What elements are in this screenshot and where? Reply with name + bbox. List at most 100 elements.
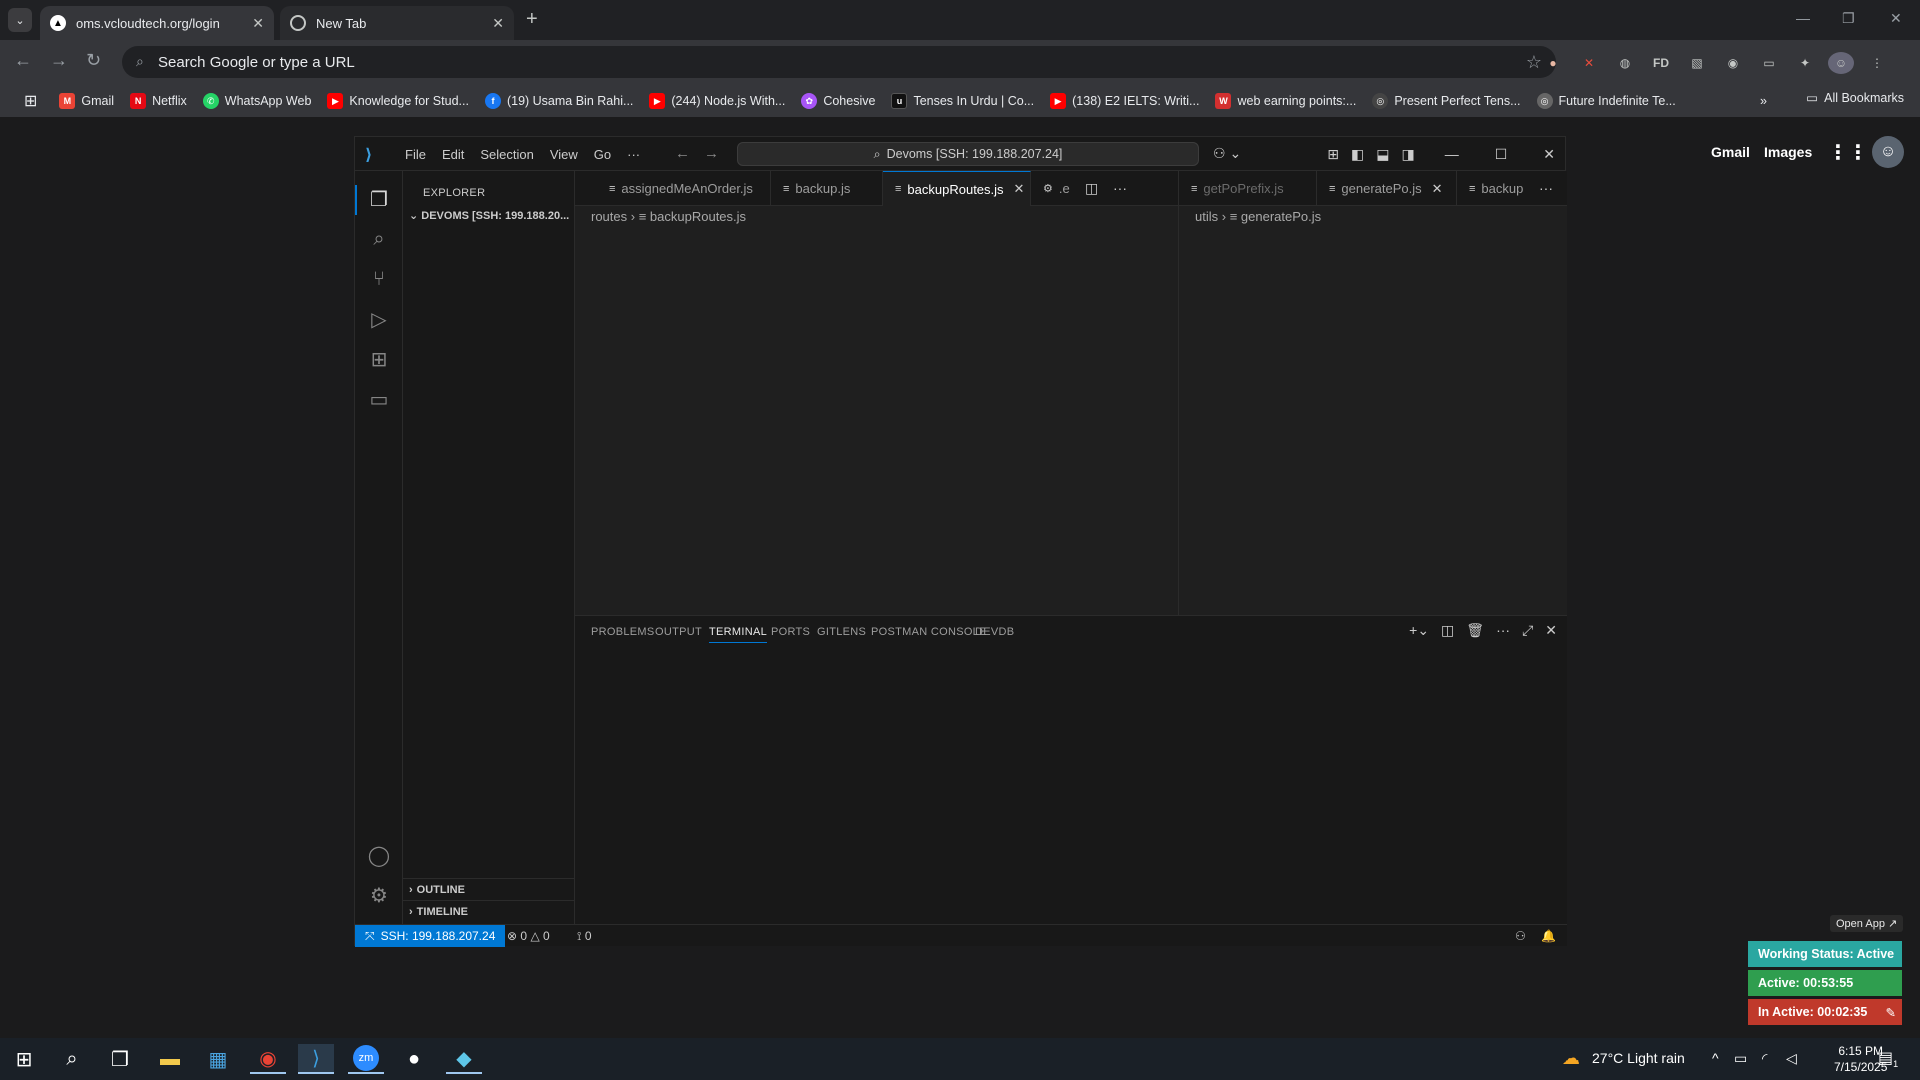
copilot-icon[interactable]: ⚇ ⌄ xyxy=(1213,145,1241,162)
close-tab-icon[interactable]: ✕ xyxy=(1014,181,1025,197)
gmail-link[interactable]: Gmail xyxy=(1711,144,1750,160)
bookmark-facebook[interactable]: f (19) Usama Bin Rahi... xyxy=(477,88,641,114)
bookmark-whatsapp[interactable]: ✆ WhatsApp Web xyxy=(195,88,320,114)
images-link[interactable]: Images xyxy=(1764,144,1812,160)
chrome-taskbar-icon[interactable]: ◉ xyxy=(250,1044,286,1074)
weather-icon[interactable]: ☁ xyxy=(1562,1048,1580,1069)
menu-edit[interactable]: Edit xyxy=(434,147,472,162)
panel-tab-terminal[interactable]: TERMINAL xyxy=(709,626,768,643)
close-tab-icon[interactable]: ✕ xyxy=(492,15,504,32)
show-hidden-icons-chevron-icon[interactable]: ^ xyxy=(1712,1050,1719,1066)
maximize-panel-icon[interactable]: ⤢ xyxy=(1522,622,1533,639)
extension-screen-icon[interactable]: ▭ xyxy=(1756,52,1782,74)
microsoft-store-icon[interactable]: ▦ xyxy=(200,1044,236,1074)
split-editor-icon[interactable]: ◫ xyxy=(1085,180,1098,197)
all-bookmarks[interactable]: ▭ All Bookmarks xyxy=(1806,90,1904,106)
split-terminal-icon[interactable]: ◫ xyxy=(1441,622,1454,639)
bookmark-netflix[interactable]: N Netflix xyxy=(122,88,195,114)
notifications-bell-icon[interactable]: 🔔 xyxy=(1541,929,1556,943)
back-icon[interactable]: ← xyxy=(14,50,32,71)
tab-env[interactable]: ⚙ .e xyxy=(1031,171,1091,206)
panel-tab-ports[interactable]: PORTS xyxy=(771,626,810,638)
bookmark-cohesive[interactable]: ✿ Cohesive xyxy=(793,88,883,114)
notifications-icon[interactable]: ▤1 xyxy=(1878,1048,1898,1069)
command-center[interactable]: ⌕ Devoms [SSH: 199.188.207.24] xyxy=(737,142,1199,166)
outline-section[interactable]: › OUTLINE xyxy=(403,878,575,900)
bookmark-gmail[interactable]: M Gmail xyxy=(51,88,122,114)
go-back-icon[interactable]: ← xyxy=(675,145,690,162)
panel-tab-postman-console[interactable]: POSTMAN CONSOLE xyxy=(871,626,987,638)
close-window-icon[interactable]: ✕ xyxy=(1890,10,1902,27)
extensions-icon[interactable]: ⊞ xyxy=(365,345,393,373)
copilot-status-icon[interactable]: ⚇ xyxy=(1515,929,1526,943)
apps-grid-icon[interactable]: ⊞ xyxy=(16,88,51,114)
minimize-icon[interactable]: — xyxy=(1796,10,1810,26)
more-actions-icon[interactable]: ··· xyxy=(1539,180,1553,196)
menu-more[interactable]: ··· xyxy=(619,147,648,162)
zoom-taskbar-icon[interactable]: zm xyxy=(348,1044,384,1074)
ports-status[interactable]: ⟟ 0 xyxy=(577,929,592,944)
google-account-avatar[interactable]: ☺ xyxy=(1872,136,1904,168)
app-icon[interactable]: ● xyxy=(396,1044,432,1074)
close-panel-icon[interactable]: ✕ xyxy=(1545,622,1557,639)
accounts-icon[interactable]: ◯ xyxy=(365,841,393,869)
chrome-tab-oms[interactable]: ▲ oms.vcloudtech.org/login ✕ xyxy=(40,6,274,40)
tab-backupRoutes[interactable]: ≡ backupRoutes.js ✕ xyxy=(883,171,1031,206)
wifi-icon[interactable]: ◜ xyxy=(1762,1050,1767,1067)
extensions-puzzle-icon[interactable]: ✦ xyxy=(1792,52,1818,74)
source-control-icon[interactable]: ⑂ xyxy=(365,265,393,293)
chrome-tab-newtab[interactable]: New Tab ✕ xyxy=(280,6,514,40)
search-icon[interactable]: ⌕ xyxy=(365,225,393,253)
edit-pencil-icon[interactable]: ✎ xyxy=(1886,1005,1896,1020)
panel-tab-problems[interactable]: PROBLEMS xyxy=(591,626,655,638)
vscode-taskbar-icon[interactable]: ⟩ xyxy=(298,1044,334,1074)
breadcrumb-folder[interactable]: routes xyxy=(591,209,627,224)
editor-pane-left[interactable] xyxy=(575,206,1178,615)
extension-fd-icon[interactable]: FD xyxy=(1648,52,1674,74)
extension-close-icon[interactable]: ✕ xyxy=(1576,52,1602,74)
problems-status[interactable]: ⊗ 0 △ 0 xyxy=(507,929,550,943)
breadcrumb-file[interactable]: backupRoutes.js xyxy=(650,209,746,224)
battery-icon[interactable]: ▭ xyxy=(1734,1050,1747,1067)
close-tab-icon[interactable]: ✕ xyxy=(1432,181,1443,197)
weather-text[interactable]: 27°C Light rain xyxy=(1592,1050,1685,1066)
new-tab-plus-icon[interactable]: + xyxy=(526,8,538,31)
extension-image-icon[interactable]: ▧ xyxy=(1684,52,1710,74)
timeline-section[interactable]: › TIMELINE xyxy=(403,900,575,922)
breadcrumb-folder[interactable]: utils xyxy=(1195,209,1218,224)
menu-file[interactable]: File xyxy=(397,147,434,162)
bookmark-tenses[interactable]: u Tenses In Urdu | Co... xyxy=(883,88,1042,114)
panel-tab-devdb[interactable]: DEVDB xyxy=(975,626,1014,638)
chrome-menu-icon[interactable]: ⋮ xyxy=(1864,52,1890,74)
bookmark-youtube-3[interactable]: ▶ (138) E2 IELTS: Writi... xyxy=(1042,88,1207,114)
editor-split-divider[interactable] xyxy=(1178,171,1179,615)
vs-minimize-icon[interactable]: — xyxy=(1445,146,1459,162)
extension-globe-icon[interactable]: ◍ xyxy=(1612,52,1638,74)
extension-icon[interactable]: ● xyxy=(1540,52,1566,74)
google-apps-icon[interactable]: ⋮⋮ xyxy=(1828,140,1868,165)
tab-assignedMeAnOrder[interactable]: ≡ assignedMeAnOrder.js xyxy=(597,171,771,206)
go-forward-icon[interactable]: → xyxy=(704,145,719,162)
forward-icon[interactable]: → xyxy=(50,50,68,71)
volume-icon[interactable]: ◁ xyxy=(1786,1050,1797,1067)
menu-selection[interactable]: Selection xyxy=(472,147,541,162)
breadcrumb-file[interactable]: generatePo.js xyxy=(1241,209,1321,224)
toggle-panel-icon[interactable]: ⬓ xyxy=(1376,146,1389,163)
bookmark-youtube-2[interactable]: ▶ (244) Node.js With... xyxy=(641,88,793,114)
bookmarks-overflow-icon[interactable]: » xyxy=(1752,88,1775,114)
omnibox[interactable]: ⌕ Search Google or type a URL ☆ xyxy=(122,46,1556,78)
remote-explorer-icon[interactable]: ▭ xyxy=(365,385,393,413)
restore-icon[interactable]: ❐ xyxy=(1842,10,1855,27)
more-actions-icon[interactable]: ··· xyxy=(1496,622,1510,639)
tab-backup[interactable]: ≡ backup.js xyxy=(771,171,883,206)
file-explorer-icon[interactable]: ▬ xyxy=(152,1044,188,1074)
tab-generatePo[interactable]: ≡ generatePo.js ✕ xyxy=(1317,171,1457,206)
manage-gear-icon[interactable]: ⚙ xyxy=(365,881,393,909)
toggle-secondary-sidebar-icon[interactable]: ◨ xyxy=(1401,146,1414,163)
remote-indicator[interactable]: ⤧ SSH: 199.188.207.24 xyxy=(355,925,506,947)
toggle-sidebar-icon[interactable]: ◧ xyxy=(1351,146,1364,163)
panel-tab-gitlens[interactable]: GITLENS xyxy=(817,626,866,638)
run-debug-icon[interactable]: ▷ xyxy=(365,305,393,333)
task-view-icon[interactable]: ❐ xyxy=(102,1044,138,1074)
tab-backup-right[interactable]: ≡ backup xyxy=(1457,171,1533,206)
